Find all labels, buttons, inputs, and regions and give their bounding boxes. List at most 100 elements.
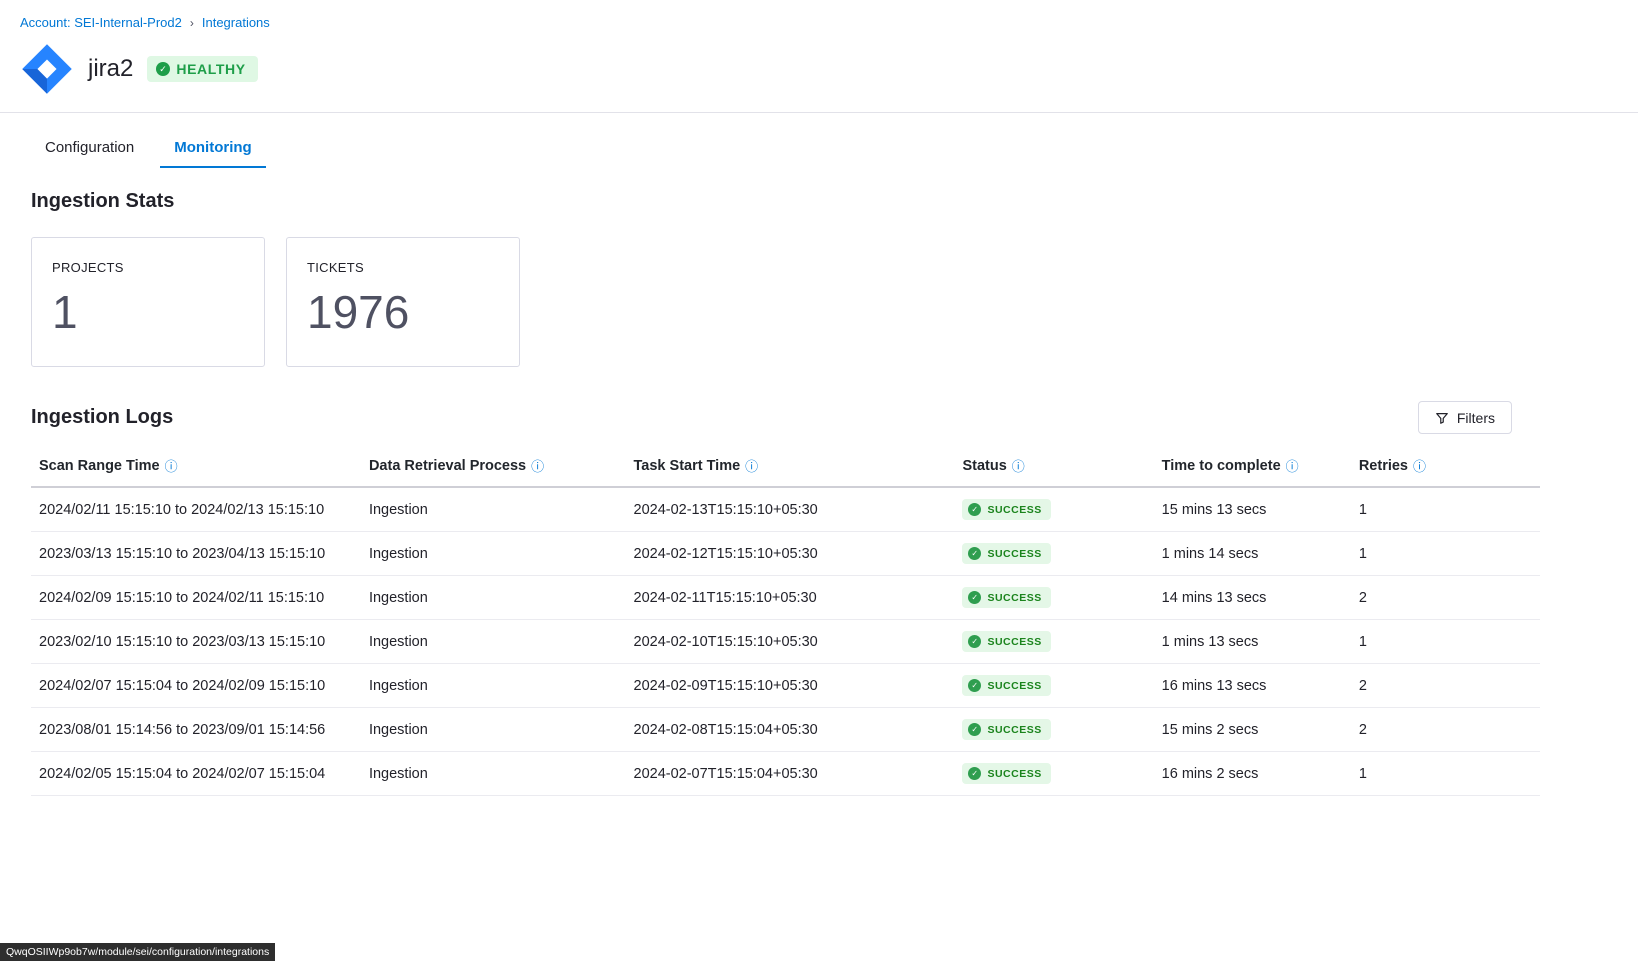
- time-to-complete-cell: 16 mins 2 secs: [1154, 752, 1351, 796]
- retries-cell: 1: [1351, 620, 1540, 664]
- column-header-retries: Retries ⓘ: [1351, 448, 1540, 487]
- status-badge: ✓ SUCCESS: [962, 543, 1050, 564]
- health-badge-label: HEALTHY: [176, 61, 245, 77]
- scan-range-cell: 2023/08/01 15:14:56 to 2023/09/01 15:14:…: [31, 708, 361, 752]
- check-icon: ✓: [968, 591, 981, 604]
- column-label: Retries: [1359, 458, 1408, 474]
- stat-cards: PROJECTS 1 TICKETS 1976: [31, 237, 1540, 367]
- status-cell: ✓ SUCCESS: [954, 532, 1153, 576]
- status-badge-label: SUCCESS: [987, 636, 1041, 648]
- status-badge: ✓ SUCCESS: [962, 587, 1050, 608]
- time-to-complete-cell: 15 mins 2 secs: [1154, 708, 1351, 752]
- column-label: Task Start Time: [634, 458, 741, 474]
- page-title: jira2: [88, 55, 133, 83]
- time-to-complete-cell: 15 mins 13 secs: [1154, 487, 1351, 532]
- time-to-complete-cell: 16 mins 13 secs: [1154, 664, 1351, 708]
- retries-cell: 1: [1351, 532, 1540, 576]
- column-label: Scan Range Time: [39, 458, 160, 474]
- breadcrumb-account-link[interactable]: Account: SEI-Internal-Prod2: [20, 15, 182, 30]
- breadcrumb-integrations-link[interactable]: Integrations: [202, 15, 270, 30]
- retries-cell: 2: [1351, 708, 1540, 752]
- column-label: Status: [962, 458, 1006, 474]
- retries-cell: 1: [1351, 752, 1540, 796]
- column-header-time-to-complete: Time to completeⓘ: [1154, 448, 1351, 487]
- status-badge-label: SUCCESS: [987, 504, 1041, 516]
- monitoring-panel: Ingestion Stats PROJECTS 1 TICKETS 1976 …: [0, 168, 1540, 796]
- process-cell: Ingestion: [361, 752, 626, 796]
- stat-card-tickets: TICKETS 1976: [286, 237, 520, 367]
- tab-monitoring[interactable]: Monitoring: [160, 131, 265, 168]
- status-cell: ✓ SUCCESS: [954, 708, 1153, 752]
- log-table-row[interactable]: 2024/02/05 15:15:04 to 2024/02/07 15:15:…: [31, 752, 1540, 796]
- process-cell: Ingestion: [361, 708, 626, 752]
- status-badge: ✓ SUCCESS: [962, 675, 1050, 696]
- status-badge-label: SUCCESS: [987, 724, 1041, 736]
- ingestion-logs-title: Ingestion Logs: [31, 406, 173, 429]
- task-start-cell: 2024-02-11T15:15:10+05:30: [626, 576, 955, 620]
- status-cell: ✓ SUCCESS: [954, 752, 1153, 796]
- task-start-cell: 2024-02-12T15:15:10+05:30: [626, 532, 955, 576]
- info-icon[interactable]: ⓘ: [745, 460, 758, 473]
- check-icon: ✓: [968, 679, 981, 692]
- status-cell: ✓ SUCCESS: [954, 620, 1153, 664]
- process-cell: Ingestion: [361, 487, 626, 532]
- stat-value: 1976: [307, 285, 519, 339]
- log-table-row[interactable]: 2023/08/01 15:14:56 to 2023/09/01 15:14:…: [31, 708, 1540, 752]
- scan-range-cell: 2024/02/11 15:15:10 to 2024/02/13 15:15:…: [31, 487, 361, 532]
- status-cell: ✓ SUCCESS: [954, 487, 1153, 532]
- ingestion-logs-table: Scan Range Time ⓘ Data Retrieval Processⓘ…: [31, 448, 1540, 796]
- scan-range-cell: 2023/03/13 15:15:10 to 2023/04/13 15:15:…: [31, 532, 361, 576]
- task-start-cell: 2024-02-09T15:15:10+05:30: [626, 664, 955, 708]
- log-table-row[interactable]: 2024/02/09 15:15:10 to 2024/02/11 15:15:…: [31, 576, 1540, 620]
- info-icon[interactable]: ⓘ: [1286, 460, 1299, 473]
- log-table-row[interactable]: 2023/02/10 15:15:10 to 2023/03/13 15:15:…: [31, 620, 1540, 664]
- ingestion-stats-title: Ingestion Stats: [31, 190, 1540, 213]
- page-header: Account: SEI-Internal-Prod2 › Integratio…: [0, 0, 1638, 113]
- logs-table-body: 2024/02/11 15:15:10 to 2024/02/13 15:15:…: [31, 487, 1540, 796]
- process-cell: Ingestion: [361, 620, 626, 664]
- health-status-badge: ✓ HEALTHY: [147, 56, 257, 82]
- breadcrumb: Account: SEI-Internal-Prod2 › Integratio…: [0, 0, 1638, 30]
- status-badge: ✓ SUCCESS: [962, 719, 1050, 740]
- status-cell: ✓ SUCCESS: [954, 664, 1153, 708]
- logs-table-header-row: Scan Range Time ⓘ Data Retrieval Processⓘ…: [31, 448, 1540, 487]
- info-icon[interactable]: ⓘ: [165, 460, 178, 473]
- info-icon[interactable]: ⓘ: [1413, 460, 1426, 473]
- breadcrumb-separator-icon: ›: [190, 16, 194, 30]
- process-cell: Ingestion: [361, 532, 626, 576]
- check-icon: ✓: [156, 62, 170, 76]
- stat-value: 1: [52, 285, 264, 339]
- status-badge: ✓ SUCCESS: [962, 763, 1050, 784]
- column-header-process: Data Retrieval Processⓘ: [361, 448, 626, 487]
- check-icon: ✓: [968, 723, 981, 736]
- filters-button[interactable]: Filters: [1418, 401, 1512, 434]
- status-badge-label: SUCCESS: [987, 548, 1041, 560]
- status-badge: ✓ SUCCESS: [962, 499, 1050, 520]
- retries-cell: 2: [1351, 664, 1540, 708]
- scan-range-cell: 2024/02/07 15:15:04 to 2024/02/09 15:15:…: [31, 664, 361, 708]
- filters-button-label: Filters: [1457, 410, 1495, 426]
- log-table-row[interactable]: 2023/03/13 15:15:10 to 2023/04/13 15:15:…: [31, 532, 1540, 576]
- filter-funnel-icon: [1435, 411, 1449, 425]
- check-icon: ✓: [968, 767, 981, 780]
- status-badge: ✓ SUCCESS: [962, 631, 1050, 652]
- status-badge-label: SUCCESS: [987, 680, 1041, 692]
- integration-title-row: jira2 ✓ HEALTHY: [0, 30, 1638, 96]
- scan-range-cell: 2024/02/09 15:15:10 to 2024/02/11 15:15:…: [31, 576, 361, 620]
- scan-range-cell: 2024/02/05 15:15:04 to 2024/02/07 15:15:…: [31, 752, 361, 796]
- retries-cell: 1: [1351, 487, 1540, 532]
- stat-card-projects: PROJECTS 1: [31, 237, 265, 367]
- check-icon: ✓: [968, 547, 981, 560]
- tab-configuration[interactable]: Configuration: [31, 131, 148, 168]
- info-icon[interactable]: ⓘ: [531, 460, 544, 473]
- log-table-row[interactable]: 2024/02/11 15:15:10 to 2024/02/13 15:15:…: [31, 487, 1540, 532]
- stat-label: PROJECTS: [52, 260, 264, 275]
- time-to-complete-cell: 1 mins 14 secs: [1154, 532, 1351, 576]
- log-table-row[interactable]: 2024/02/07 15:15:04 to 2024/02/09 15:15:…: [31, 664, 1540, 708]
- task-start-cell: 2024-02-07T15:15:04+05:30: [626, 752, 955, 796]
- info-icon[interactable]: ⓘ: [1012, 460, 1025, 473]
- task-start-cell: 2024-02-08T15:15:04+05:30: [626, 708, 955, 752]
- status-badge-label: SUCCESS: [987, 592, 1041, 604]
- column-header-status: Status ⓘ: [954, 448, 1153, 487]
- column-header-scan-range: Scan Range Time ⓘ: [31, 448, 361, 487]
